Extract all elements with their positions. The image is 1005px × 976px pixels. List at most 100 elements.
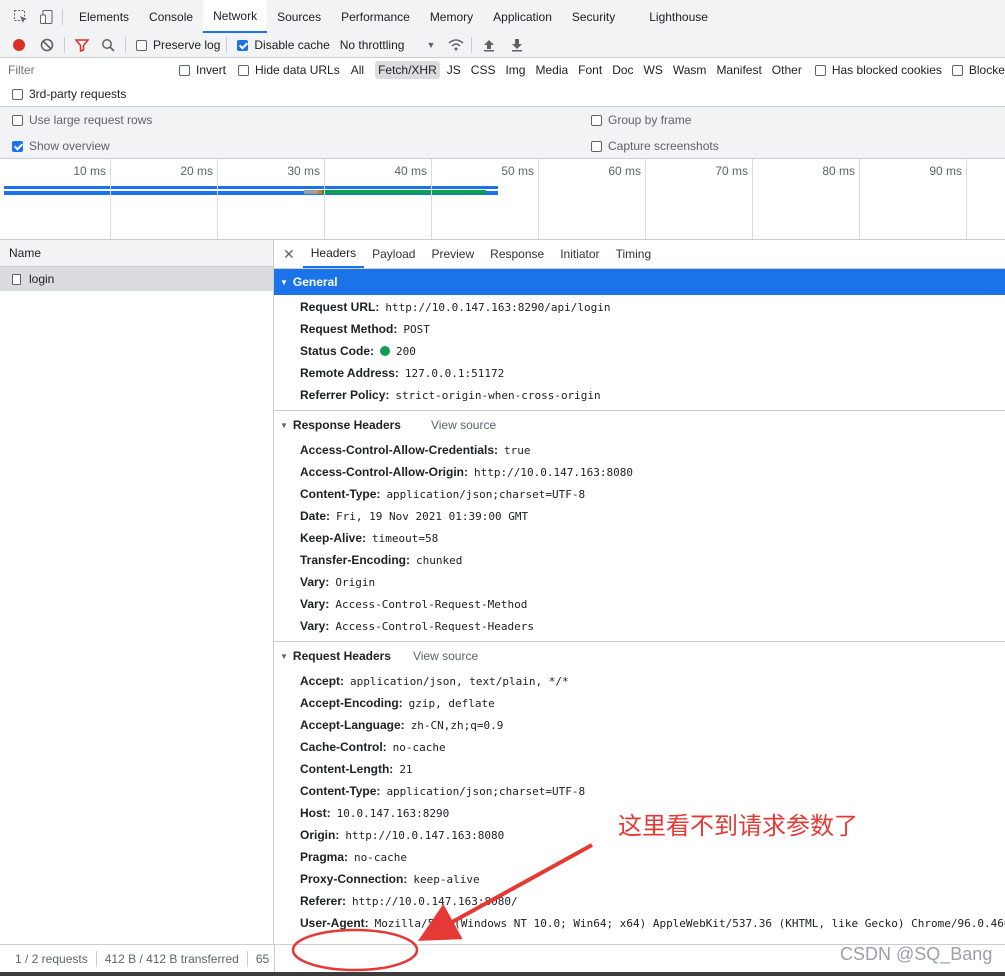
type-filter-ws[interactable]: WS	[641, 61, 666, 79]
header-value: http://10.0.147.163:8290/api/login	[385, 300, 611, 314]
panel-tab-performance[interactable]: Performance	[331, 0, 420, 33]
triangle-down-icon: ▼	[280, 277, 288, 287]
column-name-label: Name	[9, 246, 42, 260]
export-har-icon[interactable]	[510, 38, 524, 52]
type-filter-all[interactable]: All	[348, 61, 367, 79]
header-row: Proxy-Connection: keep-alive	[274, 868, 1005, 890]
group-by-frame-checkbox[interactable]: Group by frame	[591, 112, 691, 128]
general-rows: Request URL: http://10.0.147.163:8290/api…	[274, 295, 1005, 410]
overview-timeline[interactable]: 10 ms 20 ms 30 ms 40 ms 50 ms 60 ms 70 ms 80 ms…	[0, 159, 1005, 240]
filter-input[interactable]	[6, 60, 165, 80]
response-headers-section: ▼ Response Headers View source Access-Co…	[274, 411, 1005, 641]
divider	[246, 951, 248, 967]
response-headers-title: Response Headers	[292, 418, 401, 432]
inspect-element-icon[interactable]	[12, 8, 30, 26]
capture-screenshots-checkbox[interactable]: Capture screenshots	[591, 138, 719, 154]
view-source-link[interactable]: View source	[413, 649, 478, 663]
third-party-checkbox[interactable]: 3rd-party requests	[12, 86, 126, 102]
header-row: User-Agent: Mozilla/5.0 (Windows NT 10.0;…	[274, 912, 1005, 934]
network-conditions-icon[interactable]	[447, 38, 465, 52]
request-row[interactable]: login	[0, 267, 273, 291]
large-rows-checkbox[interactable]: Use large request rows	[12, 112, 152, 128]
tab-payload[interactable]: Payload	[364, 240, 423, 268]
type-filter-css[interactable]: CSS	[468, 61, 499, 79]
panel-tab-console[interactable]: Console	[139, 0, 203, 33]
header-value: 200	[396, 344, 416, 358]
view-source-link[interactable]: View source	[431, 418, 496, 432]
close-icon[interactable]: ✕	[283, 246, 295, 263]
type-filter-wasm[interactable]: Wasm	[670, 61, 710, 79]
checkbox-box[interactable]	[238, 64, 250, 76]
column-header-name[interactable]: Name	[0, 240, 273, 267]
checkbox-box[interactable]	[951, 64, 963, 76]
checkbox-box[interactable]	[591, 114, 602, 126]
type-filter-manifest[interactable]: Manifest	[713, 61, 764, 79]
tab-preview[interactable]: Preview	[423, 240, 482, 268]
type-filter-font[interactable]: Font	[575, 61, 605, 79]
checkbox-box[interactable]	[12, 140, 23, 152]
type-filter-other[interactable]: Other	[769, 61, 805, 79]
panel-tab-sources[interactable]: Sources	[267, 0, 331, 33]
header-key: Origin:	[300, 828, 340, 842]
divider	[226, 37, 228, 53]
tab-response[interactable]: Response	[482, 240, 552, 268]
throttling-select[interactable]: No throttling ▼	[340, 38, 436, 52]
timeline-gridline	[538, 159, 539, 239]
timeline-gridline	[324, 159, 325, 239]
tab-headers[interactable]: Headers	[302, 240, 365, 268]
import-har-icon[interactable]	[482, 38, 496, 52]
timeline-request-bar-outline	[4, 186, 498, 189]
header-key: Request URL:	[300, 300, 380, 314]
panel-tab-network[interactable]: Network	[203, 0, 268, 33]
header-row: Request URL: http://10.0.147.163:8290/api…	[274, 296, 1005, 318]
preserve-log-checkbox[interactable]: Preserve log	[136, 38, 220, 52]
general-section-header[interactable]: ▼ General	[274, 269, 1005, 295]
header-row: Pragma: no-cache	[274, 846, 1005, 868]
panel-tab-security[interactable]: Security	[562, 0, 625, 33]
status-ok-icon	[380, 346, 391, 356]
clear-icon[interactable]	[40, 38, 54, 52]
header-row: Content-Type: application/json;charset=UT…	[274, 483, 1005, 505]
checkbox-box[interactable]	[12, 88, 23, 100]
header-value: POST	[403, 322, 430, 336]
type-filter-js[interactable]: JS	[444, 61, 464, 79]
type-filter-media[interactable]: Media	[532, 61, 571, 79]
panel-tab-application[interactable]: Application	[483, 0, 562, 33]
checkbox-box[interactable]	[136, 39, 147, 51]
type-filter-img[interactable]: Img	[502, 61, 528, 79]
search-icon[interactable]	[101, 38, 115, 52]
record-icon[interactable]	[12, 38, 26, 52]
has-blocked-cookies-checkbox[interactable]: Has blocked cookies	[814, 63, 942, 77]
tab-initiator[interactable]: Initiator	[552, 240, 607, 268]
response-headers-header[interactable]: ▼ Response Headers View source	[274, 411, 1005, 439]
invert-checkbox[interactable]: Invert	[179, 63, 226, 77]
checkbox-box[interactable]	[12, 114, 23, 126]
blocked-requests-checkbox[interactable]: Blocked	[951, 63, 1005, 77]
checkbox-box[interactable]	[814, 64, 826, 76]
checkbox-box[interactable]	[591, 140, 602, 152]
panel-tab-memory[interactable]: Memory	[420, 0, 483, 33]
panel-tab-lighthouse[interactable]: Lighthouse	[639, 0, 718, 33]
show-overview-checkbox[interactable]: Show overview	[12, 138, 110, 154]
header-value: timeout=58	[372, 531, 439, 545]
device-toolbar-icon[interactable]	[38, 8, 56, 26]
header-value: Origin	[335, 575, 376, 589]
filter-icon[interactable]	[75, 38, 89, 52]
hide-data-urls-checkbox[interactable]: Hide data URLs	[238, 63, 340, 77]
invert-label: Invert	[196, 63, 227, 77]
type-filter-fetch-xhr[interactable]: Fetch/XHR	[375, 61, 440, 79]
type-filter-doc[interactable]: Doc	[609, 61, 636, 79]
header-row: Content-Length: 21	[274, 758, 1005, 780]
checkbox-box[interactable]	[179, 64, 190, 76]
checkbox-box[interactable]	[237, 39, 249, 51]
capture-screenshots-label: Capture screenshots	[608, 139, 719, 153]
tab-timing[interactable]: Timing	[608, 240, 660, 268]
request-headers-header[interactable]: ▼ Request Headers View source	[274, 642, 1005, 670]
panel-tab-elements[interactable]: Elements	[69, 0, 139, 33]
general-title: General	[292, 275, 338, 289]
divider	[95, 951, 97, 967]
timeline-marker	[318, 190, 322, 194]
annotation-text: 这里看不到请求参数了	[618, 812, 858, 840]
chevron-down-icon: ▼	[426, 40, 436, 50]
disable-cache-checkbox[interactable]: Disable cache	[237, 38, 330, 52]
